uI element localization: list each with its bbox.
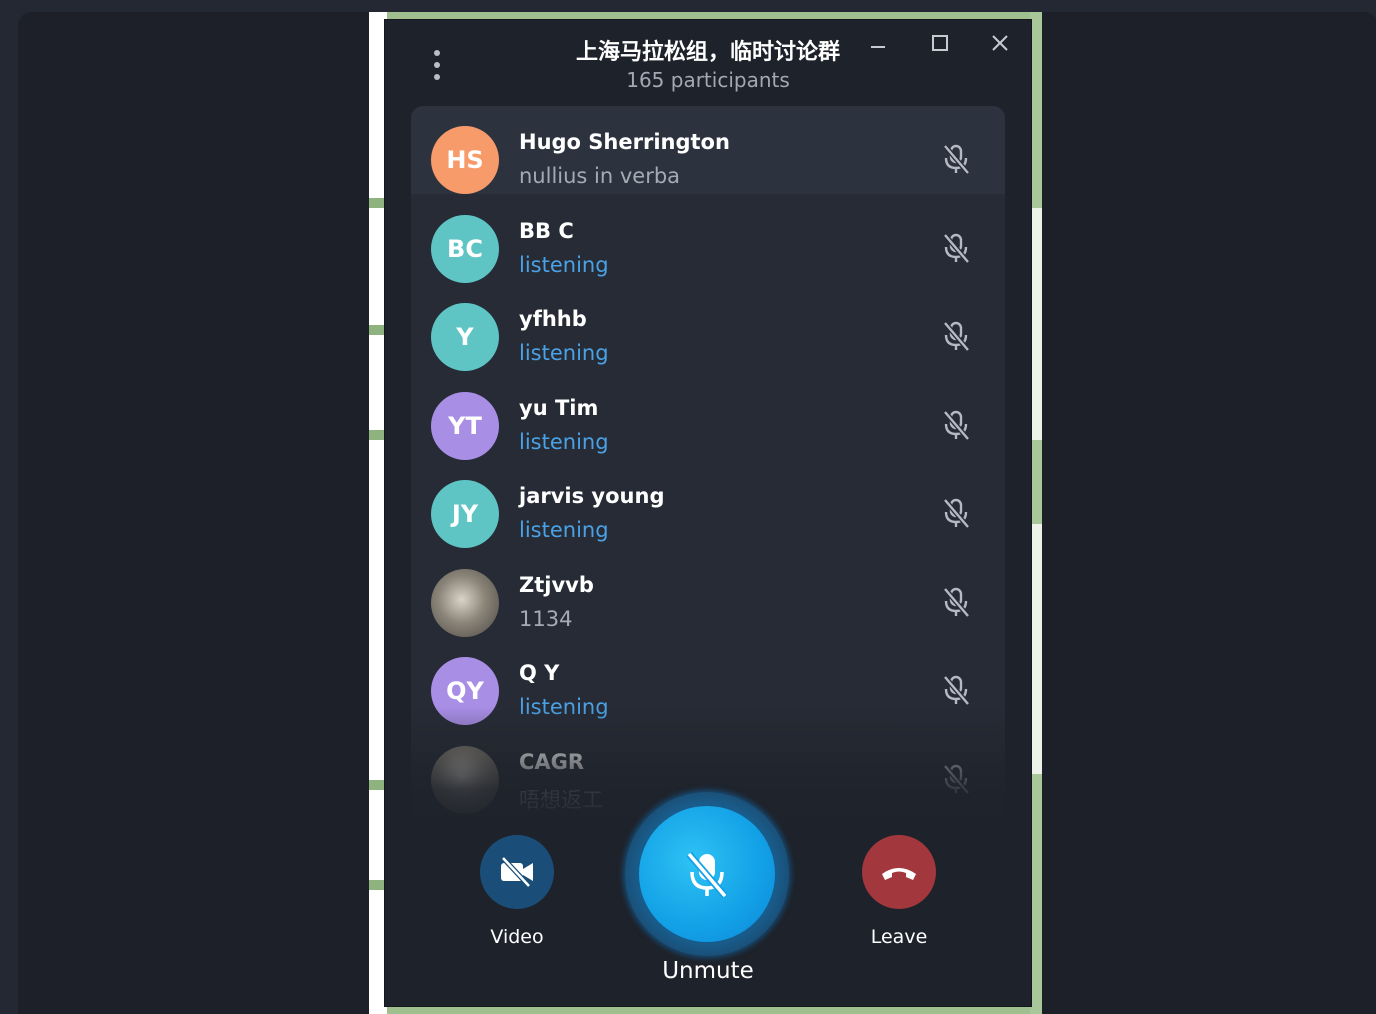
participant-row[interactable]: HS Hugo Sherrington nullius in verba bbox=[411, 106, 1005, 194]
participant-name: yu Tim bbox=[519, 395, 599, 420]
participant-list[interactable]: HS Hugo Sherrington nullius in verba BC BB C… bbox=[411, 106, 1005, 846]
call-header: 上海马拉松组，临时讨论群 165 participants bbox=[385, 20, 1031, 110]
participant-name: jarvis young bbox=[519, 484, 665, 508]
video-off-icon bbox=[501, 856, 533, 888]
mic-off-icon bbox=[939, 319, 973, 353]
leave-label: Leave bbox=[870, 926, 928, 948]
leave-button[interactable] bbox=[862, 835, 936, 909]
video-label: Video bbox=[490, 926, 544, 948]
participant-status: 1134 bbox=[519, 606, 573, 631]
participant-avatar: JY bbox=[431, 480, 499, 548]
background-divider bbox=[369, 780, 385, 790]
unmute-button[interactable] bbox=[639, 806, 775, 942]
participant-status: listening bbox=[519, 252, 609, 277]
participant-name: Hugo Sherrington bbox=[519, 130, 730, 154]
phone-hangup-icon bbox=[882, 868, 916, 880]
participant-row[interactable]: Yyfhhb listening bbox=[411, 283, 1005, 371]
mic-off-icon bbox=[939, 408, 973, 442]
mic-off-icon bbox=[939, 231, 973, 265]
participant-row[interactable]: JY jarvis young listening bbox=[411, 460, 1005, 548]
video-button[interactable] bbox=[480, 835, 554, 909]
participant-name: Q Y bbox=[519, 661, 560, 685]
mic-off-icon bbox=[939, 142, 973, 176]
participant-count: 165 participants bbox=[626, 68, 790, 92]
mic-off-icon bbox=[939, 496, 973, 530]
participant-photo bbox=[431, 568, 499, 637]
unmute-label: Unmute bbox=[662, 958, 754, 984]
participant-name: yfhhb bbox=[519, 307, 587, 331]
mic-off-icon bbox=[939, 585, 973, 619]
background-chat-right-edge bbox=[1030, 12, 1042, 1014]
participant-row[interactable]: YT yu Tim listening bbox=[411, 372, 1005, 460]
desktop: 上海马拉松组，临时讨论群 165 participants HS Hugo She… bbox=[0, 0, 1376, 1014]
call-controls: Video Unmute Leave bbox=[385, 790, 1031, 1006]
participant-avatar: YT bbox=[431, 391, 499, 460]
minimize-icon[interactable] bbox=[863, 28, 893, 58]
participant-avatar: Y bbox=[431, 303, 499, 371]
participant-avatar: HS bbox=[431, 126, 499, 194]
voice-chat-window: 上海马拉松组，临时讨论群 165 participants HS Hugo She… bbox=[385, 20, 1031, 1006]
mic-off-icon bbox=[686, 851, 728, 899]
close-icon[interactable] bbox=[985, 28, 1015, 58]
participant-row[interactable]: Ztjvvb 1134 bbox=[411, 549, 1005, 637]
maximize-icon[interactable] bbox=[925, 28, 955, 58]
participant-name: Ztjvvb bbox=[519, 572, 594, 597]
mic-off-icon bbox=[939, 673, 973, 707]
participant-status: listening bbox=[519, 341, 609, 365]
participant-status: listening bbox=[519, 518, 609, 542]
background-divider bbox=[369, 430, 385, 440]
background-divider bbox=[369, 880, 385, 890]
background-divider bbox=[369, 325, 385, 335]
participant-avatar: BC bbox=[431, 214, 499, 283]
participant-name: BB C bbox=[519, 218, 574, 243]
participant-row[interactable]: BC BB C listening bbox=[411, 195, 1005, 283]
participant-status: nullius in verba bbox=[519, 164, 681, 188]
participant-status: listening bbox=[519, 429, 609, 454]
background-divider bbox=[369, 198, 385, 208]
